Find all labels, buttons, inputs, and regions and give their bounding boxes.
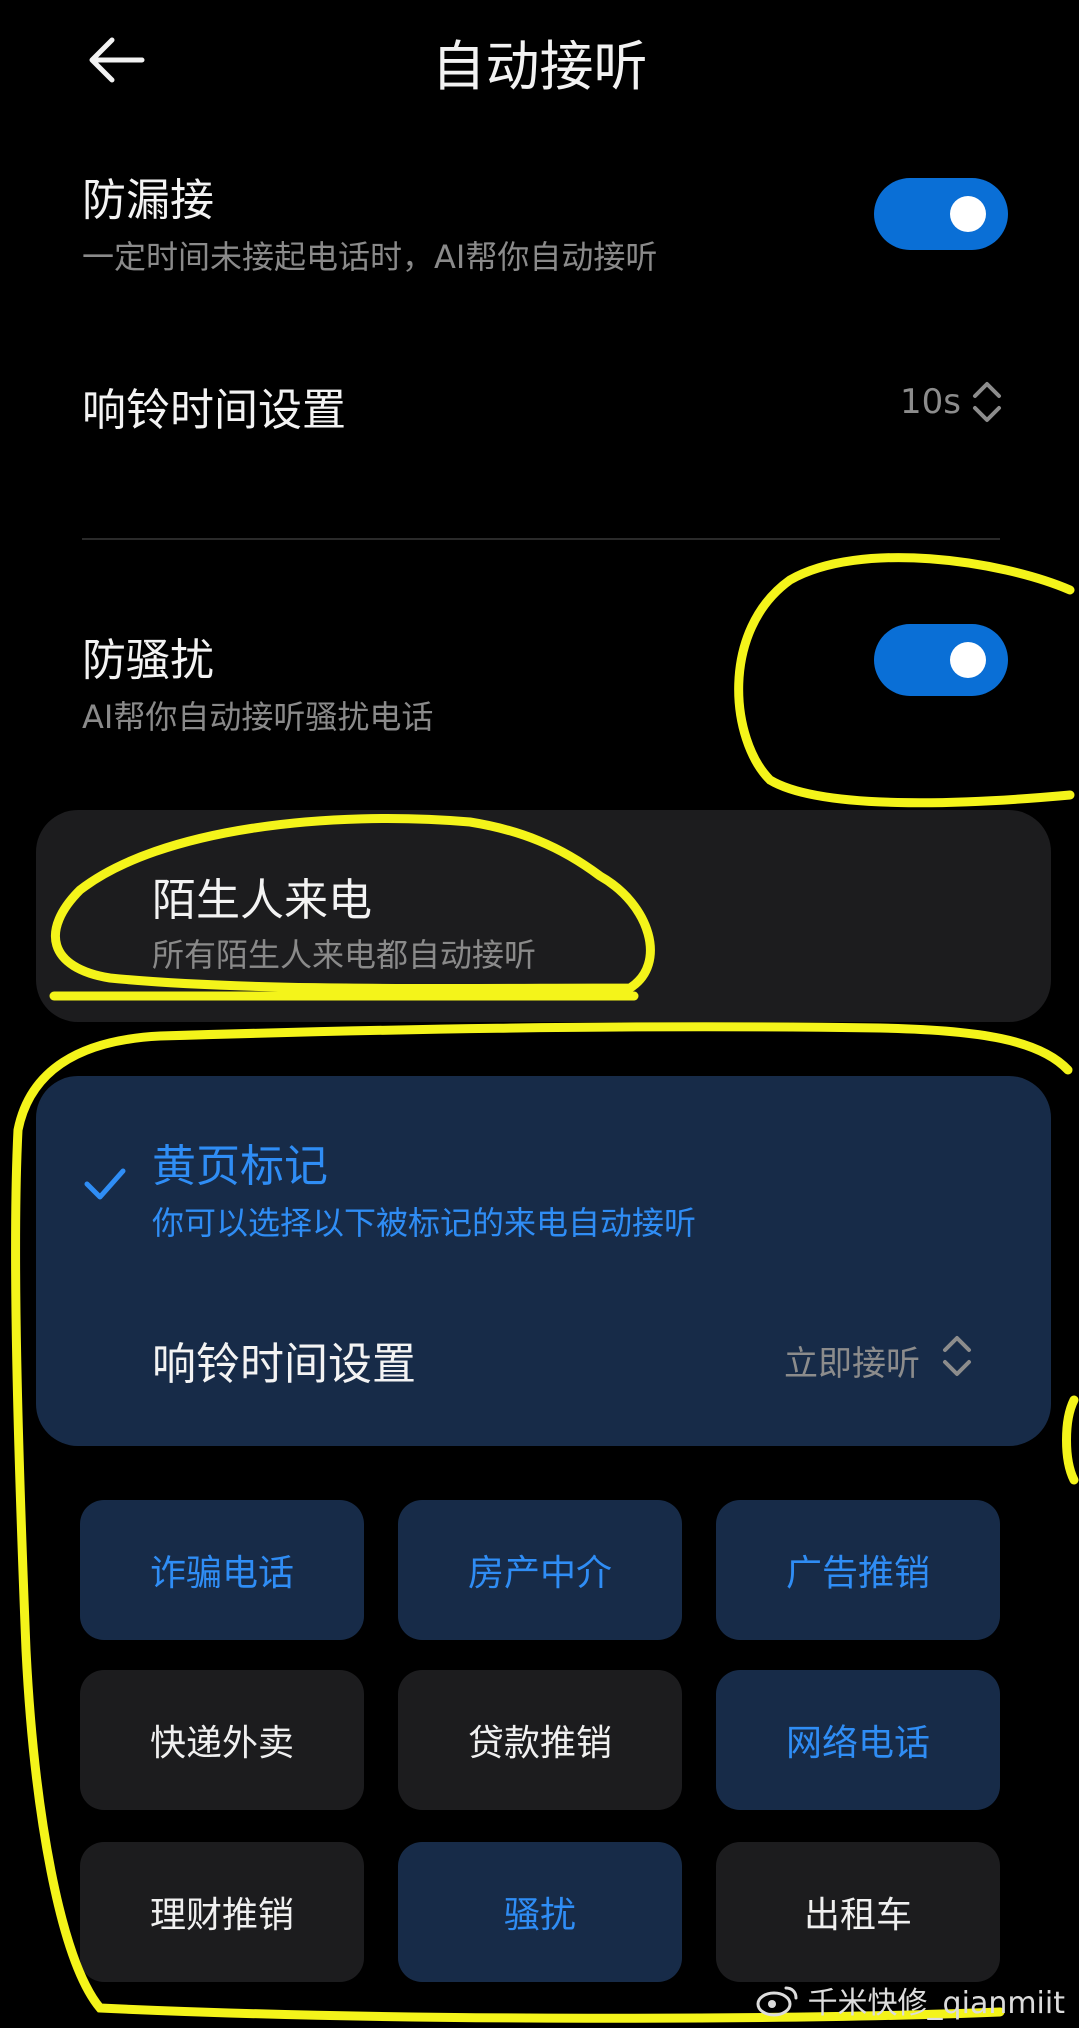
category-chip[interactable]: 网络电话 <box>716 1670 1000 1810</box>
chevron-up-down-icon <box>973 382 1001 422</box>
category-chip[interactable]: 快递外卖 <box>80 1670 364 1810</box>
chip-label: 房产中介 <box>467 1553 612 1594</box>
page-title: 自动接听 <box>431 35 648 98</box>
category-chip[interactable]: 出租车 <box>716 1842 1000 1982</box>
chip-label: 广告推销 <box>785 1553 930 1594</box>
toggle-knob <box>950 196 986 232</box>
chip-label: 快递外卖 <box>149 1723 294 1764</box>
category-chip[interactable]: 贷款推销 <box>398 1670 682 1810</box>
chip-label: 骚扰 <box>503 1895 576 1936</box>
ring-time-label: 响铃时间设置 <box>152 1339 416 1390</box>
divider <box>82 538 1000 540</box>
category-chip[interactable]: 诈骗电话 <box>80 1500 364 1640</box>
anti-miss-subtitle: 一定时间未接起电话时，AI帮你自动接听 <box>82 238 658 276</box>
weibo-logo-icon <box>756 1986 798 2017</box>
stranger-calls-title: 陌生人来电 <box>152 875 372 926</box>
yellow-pages-title: 黄页标记 <box>152 1141 328 1192</box>
ring-time-label: 响铃时间设置 <box>82 385 346 436</box>
ring-time-value: 10s <box>900 382 961 422</box>
yellow-pages-subtitle: 你可以选择以下被标记的来电自动接听 <box>152 1204 697 1242</box>
anti-harass-title: 防骚扰 <box>82 635 214 686</box>
yellow-pages-option[interactable]: 黄页标记 你可以选择以下被标记的来电自动接听 响铃时间设置 立即接听 <box>36 1076 1051 1446</box>
chip-label: 贷款推销 <box>467 1723 612 1764</box>
category-chip[interactable]: 房产中介 <box>398 1500 682 1640</box>
category-chip[interactable]: 骚扰 <box>398 1842 682 1982</box>
watermark: 千米快修_qianmiit <box>756 1978 1065 2022</box>
checkmark-icon <box>84 1168 126 1200</box>
chip-label: 网络电话 <box>785 1723 930 1764</box>
yellow-pages-ring-time-row[interactable]: 响铃时间设置 立即接听 <box>36 1306 1051 1406</box>
ring-time-value: 立即接听 <box>784 1344 920 1384</box>
annotation-arc-right <box>1062 1395 1079 1485</box>
anti-harass-subtitle: AI帮你自动接听骚扰电话 <box>82 698 434 736</box>
anti-miss-title: 防漏接 <box>82 175 214 226</box>
watermark-text: 千米快修_qianmiit <box>807 1986 1065 2021</box>
stranger-calls-option[interactable]: 陌生人来电 所有陌生人来电都自动接听 <box>36 810 1051 1022</box>
stranger-calls-subtitle: 所有陌生人来电都自动接听 <box>152 936 537 974</box>
anti-miss-toggle[interactable] <box>874 178 1008 250</box>
chevron-up-down-icon <box>943 1336 971 1376</box>
chip-label: 出租车 <box>803 1895 912 1936</box>
category-chip[interactable]: 广告推销 <box>716 1500 1000 1640</box>
category-chip[interactable]: 理财推销 <box>80 1842 364 1982</box>
chip-label: 诈骗电话 <box>149 1553 294 1594</box>
ring-time-row[interactable]: 响铃时间设置 10s <box>0 360 1079 450</box>
toggle-knob <box>950 642 986 678</box>
chip-label: 理财推销 <box>149 1895 294 1936</box>
anti-harass-toggle[interactable] <box>874 624 1008 696</box>
